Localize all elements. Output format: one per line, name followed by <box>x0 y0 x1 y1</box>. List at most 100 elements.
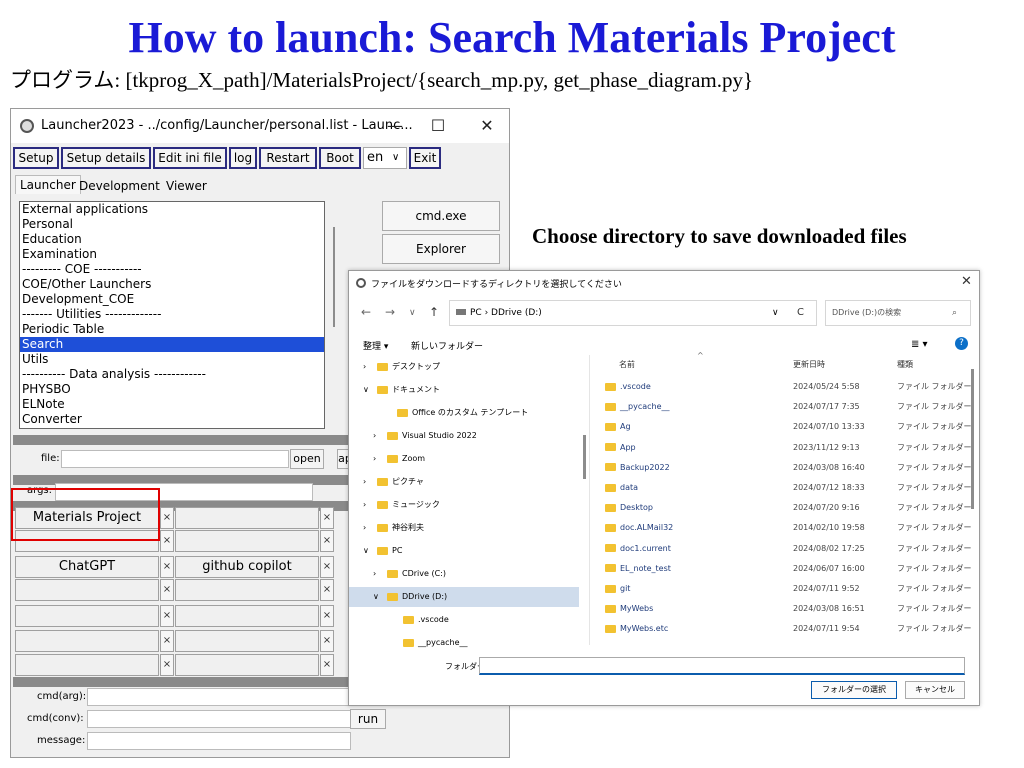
launcher-grid-button[interactable] <box>175 579 319 601</box>
column-type[interactable]: 種類 <box>897 359 913 370</box>
tree-item[interactable]: › Visual Studio 2022 <box>349 426 579 446</box>
remove-icon[interactable]: × <box>320 556 334 578</box>
launcher-grid-button[interactable] <box>175 530 319 552</box>
list-item[interactable]: External applications <box>20 202 324 217</box>
cmd-arg-input[interactable] <box>87 688 351 706</box>
remove-icon[interactable]: × <box>320 654 334 676</box>
list-item[interactable]: ---------- Data analysis ------------ <box>20 367 324 382</box>
file-row[interactable]: __pycache__ 2024/07/17 7:35 ファイル フォルダー <box>605 397 972 417</box>
launcher-grid-button[interactable] <box>175 654 319 676</box>
list-item[interactable]: Search <box>20 337 324 352</box>
file-row[interactable]: data 2024/07/12 18:33 ファイル フォルダー <box>605 478 972 498</box>
remove-icon[interactable]: × <box>160 605 174 627</box>
tree-chevron-icon[interactable]: › <box>363 518 377 538</box>
remove-icon[interactable]: × <box>160 579 174 601</box>
launcher-grid-button[interactable] <box>15 630 159 652</box>
list-item[interactable]: Utils <box>20 352 324 367</box>
file-row[interactable]: Backup2022 2024/03/08 16:40 ファイル フォルダー <box>605 458 972 478</box>
list-item[interactable]: Personal <box>20 217 324 232</box>
file-row[interactable]: MyWebs.etc 2024/07/11 9:54 ファイル フォルダー <box>605 619 972 639</box>
tree-item[interactable]: __pycache__ <box>349 633 579 653</box>
view-menu-button[interactable]: ≣ ▾ <box>911 339 928 350</box>
launcher-grid-button[interactable] <box>15 605 159 627</box>
explorer-button[interactable]: Explorer <box>382 234 500 264</box>
tree-chevron-icon[interactable]: › <box>373 426 387 446</box>
tree-item[interactable]: › ピクチャ <box>349 472 579 492</box>
open-button[interactable]: open <box>290 449 324 469</box>
maximize-button[interactable]: ☐ <box>426 114 450 138</box>
select-folder-button[interactable]: フォルダーの選択 <box>811 681 897 699</box>
list-item[interactable]: --------- COE ----------- <box>20 262 324 277</box>
tree-item[interactable]: › デスクトップ <box>349 357 579 377</box>
search-input[interactable]: DDrive (D:)の検索 ⌕ <box>825 300 971 326</box>
tree-item[interactable]: › 神谷利夫 <box>349 518 579 538</box>
remove-icon[interactable]: × <box>160 630 174 652</box>
list-item[interactable]: Education <box>20 232 324 247</box>
new-folder-button[interactable]: 新しいフォルダー <box>411 339 483 352</box>
remove-icon[interactable]: × <box>320 507 334 529</box>
setup-button[interactable]: Setup <box>13 147 59 169</box>
setup-details-button[interactable]: Setup details <box>61 147 151 169</box>
launcher-listbox[interactable]: External applications Personal Education Ex… <box>19 201 325 429</box>
cmd-exe-button[interactable]: cmd.exe <box>382 201 500 231</box>
file-row[interactable]: git 2024/07/11 9:52 ファイル フォルダー <box>605 579 972 599</box>
launcher-grid-button[interactable] <box>175 507 319 529</box>
help-icon[interactable]: ? <box>955 337 968 350</box>
launcher-grid-button[interactable]: ChatGPT <box>15 556 159 578</box>
organize-button[interactable]: 整理 ▾ <box>363 339 388 352</box>
launcher-grid-button[interactable] <box>175 630 319 652</box>
list-item[interactable]: Periodic Table <box>20 322 324 337</box>
tree-item[interactable]: › ミュージック <box>349 495 579 515</box>
cmd-conv-input[interactable] <box>87 710 351 728</box>
remove-icon[interactable]: × <box>320 579 334 601</box>
list-item[interactable]: COE/Other Launchers <box>20 277 324 292</box>
forward-icon[interactable]: → <box>385 305 395 319</box>
restart-button[interactable]: Restart <box>259 147 317 169</box>
address-bar[interactable]: PC › DDrive (D:) ∨ <box>449 300 817 326</box>
file-row[interactable]: MyWebs 2024/03/08 16:51 ファイル フォルダー <box>605 599 972 619</box>
log-button[interactable]: log <box>229 147 257 169</box>
list-item[interactable]: Development_COE <box>20 292 324 307</box>
tree-chevron-icon[interactable]: › <box>363 472 377 492</box>
file-row[interactable]: EL_note_test 2024/06/07 16:00 ファイル フォルダー <box>605 559 972 579</box>
tree-scrollbar[interactable] <box>583 435 586 479</box>
address-dropdown-icon[interactable]: ∨ <box>772 301 779 325</box>
file-input[interactable] <box>61 450 289 468</box>
remove-icon[interactable]: × <box>320 630 334 652</box>
run-button[interactable]: run <box>350 709 386 729</box>
tree-item[interactable]: ∨ ドキュメント <box>349 380 579 400</box>
list-item[interactable]: ELNote <box>20 397 324 412</box>
file-row[interactable]: Desktop 2024/07/20 9:16 ファイル フォルダー <box>605 498 972 518</box>
minimize-button[interactable]: — <box>383 114 407 138</box>
tree-item[interactable]: › CDrive (C:) <box>349 564 579 584</box>
file-row[interactable]: .vscode 2024/05/24 5:58 ファイル フォルダー <box>605 377 972 397</box>
tree-item[interactable]: ∨ DDrive (D:) <box>349 587 579 607</box>
remove-icon[interactable]: × <box>160 654 174 676</box>
tree-item[interactable]: › Zoom <box>349 449 579 469</box>
dialog-close-icon[interactable]: ✕ <box>961 274 972 289</box>
cancel-button[interactable]: キャンセル <box>905 681 965 699</box>
list-item[interactable]: ------- Utilities ------------- <box>20 307 324 322</box>
list-item[interactable]: PHYSBO <box>20 382 324 397</box>
exit-button[interactable]: Exit <box>409 147 441 169</box>
tree-item[interactable]: .vscode <box>349 610 579 630</box>
folder-input[interactable] <box>479 657 965 675</box>
launcher-grid-button[interactable] <box>175 605 319 627</box>
tree-chevron-icon[interactable]: ∨ <box>373 587 387 607</box>
remove-icon[interactable]: × <box>320 530 334 552</box>
file-row[interactable]: Ag 2024/07/10 13:33 ファイル フォルダー <box>605 417 972 437</box>
tab-viewer[interactable]: Viewer <box>166 179 207 193</box>
up-icon[interactable]: ↑ <box>429 305 439 319</box>
back-icon[interactable]: ← <box>361 305 371 319</box>
edit-ini-button[interactable]: Edit ini file <box>153 147 227 169</box>
language-select[interactable]: en ∨ <box>363 147 407 169</box>
close-button[interactable]: ✕ <box>475 114 499 138</box>
file-row[interactable]: App 2023/11/12 9:13 ファイル フォルダー <box>605 438 972 458</box>
tab-development[interactable]: Development <box>79 179 160 193</box>
recent-icon[interactable]: ∨ <box>409 308 416 318</box>
file-row[interactable]: doc.ALMail32 2014/02/10 19:58 ファイル フォルダー <box>605 518 972 538</box>
remove-icon[interactable]: × <box>160 556 174 578</box>
remove-icon[interactable]: × <box>160 507 174 529</box>
tree-item[interactable]: ∨ PC <box>349 541 579 561</box>
tab-launcher[interactable]: Launcher <box>15 175 81 194</box>
